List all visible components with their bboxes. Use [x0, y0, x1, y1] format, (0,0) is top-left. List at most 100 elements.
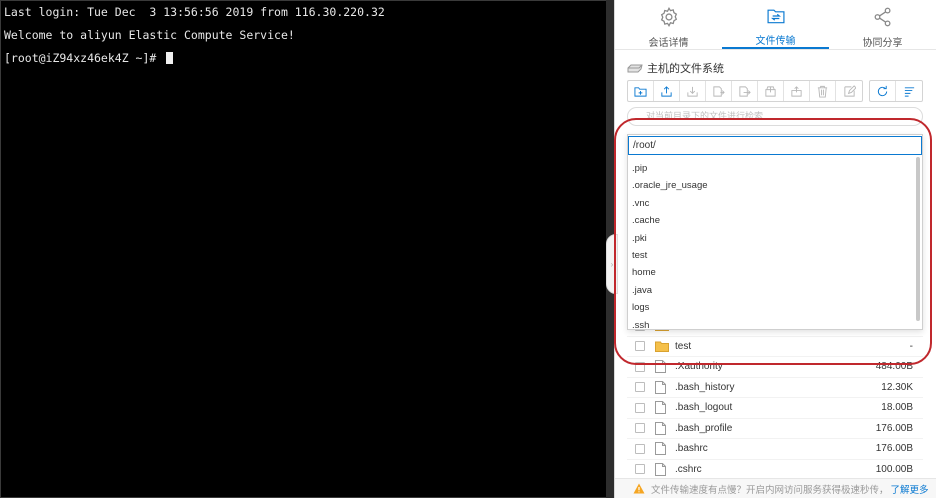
upload-icon — [661, 85, 672, 97]
file-name: .bashrc — [675, 443, 708, 455]
upload-button[interactable] — [654, 81, 680, 101]
path-option[interactable]: .ssh — [628, 317, 922, 330]
copy-icon — [713, 85, 725, 97]
file-icon — [655, 401, 669, 415]
path-option[interactable]: test — [628, 247, 922, 264]
download-icon — [687, 86, 698, 97]
hard-drive-icon — [627, 64, 643, 72]
tab-collaboration[interactable]: 协同分享 — [829, 0, 936, 49]
path-option[interactable]: home — [628, 264, 922, 281]
file-size: 484.00B — [875, 361, 913, 373]
file-row[interactable]: .bashrc 176.00B — [627, 439, 923, 460]
file-row[interactable]: .cshrc 100.00B — [627, 460, 923, 480]
file-row[interactable]: test - — [627, 337, 923, 357]
gear-icon — [660, 6, 677, 28]
row-checkbox[interactable] — [635, 443, 645, 454]
row-checkbox[interactable] — [635, 341, 645, 352]
delete-button[interactable] — [810, 81, 836, 101]
refresh-icon — [877, 85, 888, 96]
unarchive-icon — [791, 85, 802, 97]
tab-file-transfer[interactable]: 文件传输 — [722, 0, 829, 49]
file-size: 176.00B — [875, 443, 913, 455]
path-option[interactable]: .java — [628, 282, 922, 299]
file-row[interactable]: .bash_logout 18.00B — [627, 398, 923, 419]
panel-tabs: 会话详情 文件传输 协同分享 — [615, 0, 936, 50]
move-button[interactable] — [732, 81, 758, 101]
file-row[interactable]: .bash_history 12.30K — [627, 378, 923, 398]
path-option[interactable]: .oracle_jre_usage — [628, 177, 922, 194]
learn-more-link[interactable]: 了解更多 — [891, 482, 929, 496]
file-size: 18.00B — [881, 402, 913, 414]
sort-icon — [904, 86, 914, 97]
panel-collapse-handle[interactable]: › — [606, 234, 618, 294]
file-row[interactable]: .Xauthority 484.00B — [627, 357, 923, 378]
download-button[interactable] — [680, 81, 706, 101]
file-name: .bash_logout — [675, 402, 733, 414]
sort-button[interactable] — [896, 81, 922, 101]
notice-text: 文件传输速度有点慢？开启内网访问服务获得极速秒传， — [651, 484, 889, 496]
file-size: 176.00B — [875, 422, 913, 434]
prompt-text: [root@iZ94xz46ek4Z ~]# — [4, 51, 164, 65]
transfer-notice: 文件传输速度有点慢？开启内网访问服务获得极速秒传， 了解更多 — [615, 478, 936, 498]
tab-label: 文件传输 — [755, 36, 796, 47]
file-icon — [655, 442, 669, 456]
rename-button[interactable] — [836, 81, 862, 101]
path-option[interactable]: .vnc — [628, 195, 922, 212]
terminal[interactable]: Last login: Tue Dec 3 13:56:56 2019 from… — [0, 0, 610, 498]
path-option[interactable]: .pki — [628, 230, 922, 247]
tab-label: 协同分享 — [862, 38, 903, 49]
file-icon — [655, 360, 669, 374]
file-icon — [655, 380, 669, 394]
path-option[interactable]: .pip — [628, 160, 922, 177]
file-name: test — [675, 340, 692, 352]
path-option[interactable]: logs — [628, 299, 922, 316]
path-option[interactable]: .cache — [628, 212, 922, 229]
file-search-input[interactable]: 对当前目录下的文件进行检索 — [627, 107, 923, 126]
new-folder-button[interactable] — [628, 81, 654, 101]
move-icon — [739, 85, 751, 97]
section-title-text: 主机的文件系统 — [647, 63, 724, 75]
tab-session-details[interactable]: 会话详情 — [615, 0, 722, 49]
path-dropdown: .pip.oracle_jre_usage.vnc.cache.pkitesth… — [627, 134, 923, 330]
file-toolbar — [627, 80, 923, 102]
extract-button[interactable] — [784, 81, 810, 101]
file-name: .cshrc — [675, 463, 702, 475]
row-checkbox[interactable] — [635, 423, 645, 434]
section-title: 主机的文件系统 — [627, 60, 724, 76]
new-folder-icon — [634, 86, 647, 97]
terminal-cursor — [166, 52, 174, 64]
file-name: .bash_profile — [675, 422, 733, 434]
terminal-line: Last login: Tue Dec 3 13:56:56 2019 from… — [4, 5, 385, 19]
file-icon — [655, 421, 669, 435]
row-checkbox[interactable] — [635, 402, 645, 413]
path-options-list: .pip .oracle_jre_usage .vnc .cache .pki test h… — [628, 155, 922, 330]
share-icon — [874, 7, 891, 27]
transfer-icon — [767, 9, 784, 24]
row-checkbox[interactable] — [635, 464, 645, 475]
dropdown-scrollbar[interactable] — [916, 157, 920, 321]
folder-icon — [655, 341, 669, 352]
edit-icon — [843, 84, 856, 97]
file-list: logstest-.Xauthority484.00B.bash_history… — [627, 316, 923, 480]
file-size: 100.00B — [875, 463, 913, 475]
warning-icon — [633, 483, 645, 494]
tab-label: 会话详情 — [648, 38, 689, 49]
trash-icon — [817, 85, 828, 98]
terminal-line: Welcome to aliyun Elastic Compute Servic… — [4, 28, 295, 42]
compress-button[interactable] — [758, 81, 784, 101]
archive-icon — [765, 85, 776, 97]
file-row[interactable]: .bash_profile 176.00B — [627, 419, 923, 439]
refresh-button[interactable] — [870, 81, 896, 101]
copy-button[interactable] — [706, 81, 732, 101]
path-input[interactable] — [628, 136, 922, 155]
file-icon — [655, 462, 669, 476]
side-panel: 会话详情 文件传输 协同分享 主机的文件系统 对当前目录下的文件进行检索 tes… — [614, 0, 936, 498]
toolbar-view — [869, 80, 923, 102]
terminal-prompt: [root@iZ94xz46ek4Z ~]# — [4, 51, 606, 74]
row-checkbox[interactable] — [635, 361, 645, 372]
file-size: - — [909, 340, 913, 352]
file-name: .bash_history — [675, 381, 735, 393]
file-name: .Xauthority — [675, 361, 723, 373]
toolbar-actions — [627, 80, 863, 102]
row-checkbox[interactable] — [635, 382, 645, 393]
